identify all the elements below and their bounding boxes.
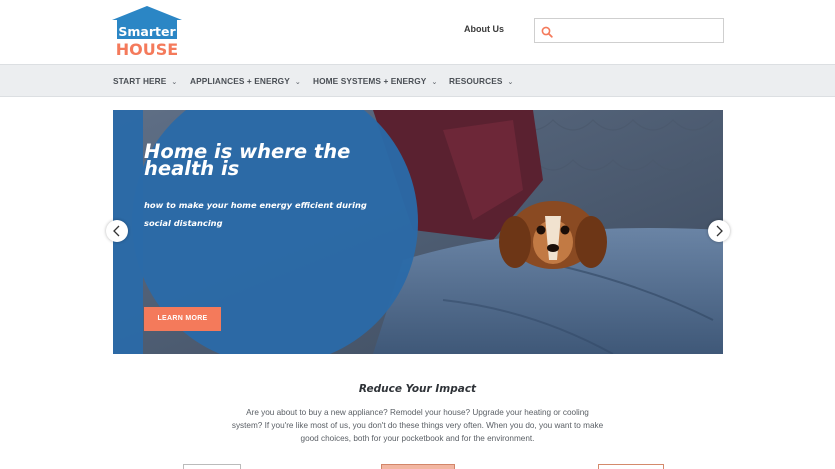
feature-card[interactable] xyxy=(183,464,241,469)
slider-prev-button[interactable] xyxy=(106,220,128,242)
chevron-right-icon xyxy=(716,225,723,237)
chevron-down-icon: ⌄ xyxy=(507,79,514,86)
site-header: Smarter HOUSE About Us xyxy=(0,0,835,64)
learn-more-button[interactable]: LEARN MORE xyxy=(144,307,221,331)
feature-card[interactable] xyxy=(598,464,664,469)
nav-item-label: HOME SYSTEMS + ENERGY xyxy=(313,76,427,86)
chevron-down-icon: ⌄ xyxy=(431,79,438,86)
nav-item-label: RESOURCES xyxy=(449,76,503,86)
logo-line2: HOUSE xyxy=(116,40,178,58)
about-us-link[interactable]: About Us xyxy=(464,24,504,34)
slider-next-button[interactable] xyxy=(708,220,730,242)
nav-item-home-systems-energy[interactable]: HOME SYSTEMS + ENERGY ⌄ xyxy=(313,76,437,86)
hero-slider: Home is where the health is how to make … xyxy=(113,110,723,354)
hero-subtitle: how to make your home energy efficient d… xyxy=(144,200,367,228)
section-title: Reduce Your Impact xyxy=(358,383,477,395)
smarter-house-logo[interactable]: Smarter HOUSE xyxy=(112,6,182,58)
nav-item-appliances-energy[interactable]: APPLIANCES + ENERGY ⌄ xyxy=(190,76,301,86)
logo-line1: Smarter xyxy=(118,24,176,39)
nav-item-resources[interactable]: RESOURCES ⌄ xyxy=(449,76,513,86)
main-nav: START HERE ⌄ APPLIANCES + ENERGY ⌄ HOME SY… xyxy=(0,64,835,97)
feature-card[interactable] xyxy=(381,464,455,469)
section-text: Are you about to buy a new appliance? Re… xyxy=(231,408,604,443)
nav-item-start-here[interactable]: START HERE ⌄ xyxy=(113,76,177,86)
search-icon[interactable] xyxy=(541,25,553,38)
nav-item-label: APPLIANCES + ENERGY xyxy=(190,76,290,86)
chevron-down-icon: ⌄ xyxy=(171,79,178,86)
chevron-left-icon xyxy=(113,225,120,237)
nav-item-label: START HERE xyxy=(113,76,167,86)
search-box[interactable] xyxy=(534,18,724,43)
search-input[interactable] xyxy=(557,21,721,40)
chevron-down-icon: ⌄ xyxy=(294,79,301,86)
hero-title: Home is where the health is xyxy=(144,140,351,180)
